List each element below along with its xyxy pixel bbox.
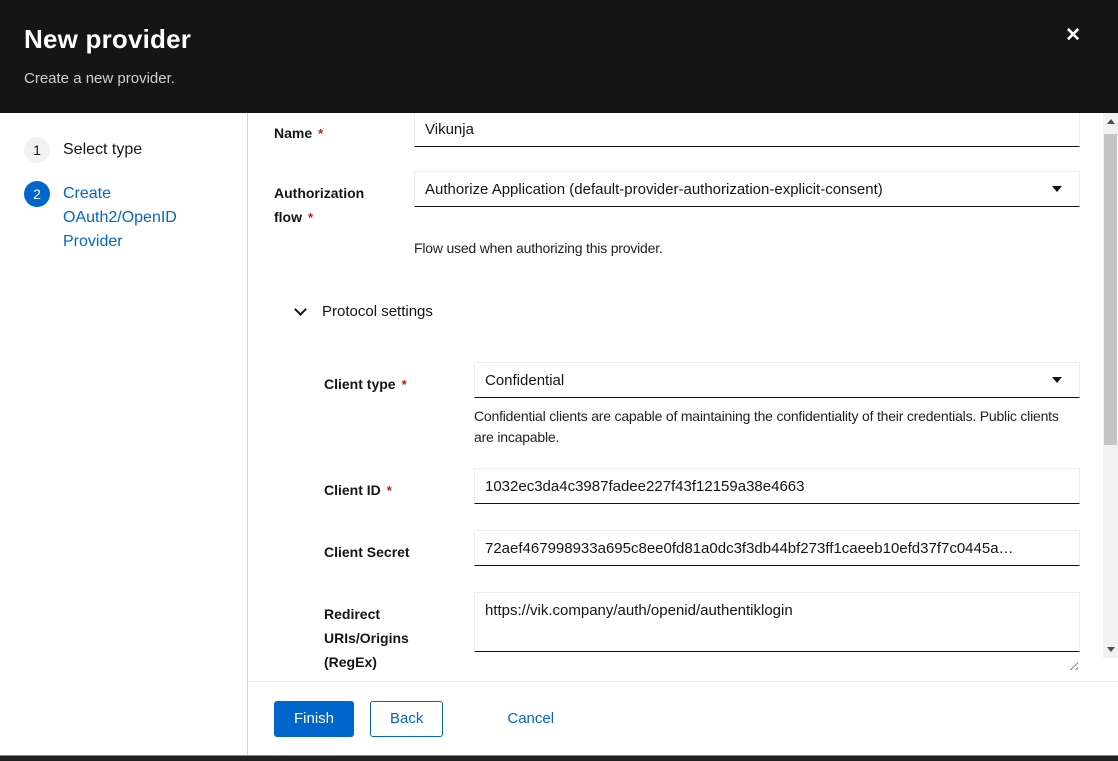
scroll-down-button[interactable] <box>1103 641 1118 658</box>
modal-header: New provider Create a new provider. ✕ <box>0 0 1118 113</box>
required-asterisk: * <box>308 210 313 225</box>
wizard-step-select-type[interactable]: 1 Select type <box>24 137 247 163</box>
chevron-down-icon <box>1052 377 1062 383</box>
authorization-flow-label: Authorization flow* <box>274 171 414 230</box>
redirect-uris-textarea[interactable]: https://vik.company/auth/openid/authenti… <box>474 592 1080 652</box>
chevron-down-icon <box>294 303 307 316</box>
form-row-authorization-flow: Authorization flow* Authorize Applicatio… <box>274 171 1080 259</box>
wizard-content: Name* Authorization flow* Authorize Appl… <box>248 113 1118 755</box>
step-number-badge: 1 <box>24 137 50 163</box>
client-id-input[interactable] <box>474 468 1080 504</box>
step-label: Select type <box>63 137 203 162</box>
form-row-name: Name* <box>274 113 1080 147</box>
authorization-flow-selected-value: Authorize Application (default-provider-… <box>425 181 883 198</box>
authorization-flow-select[interactable]: Authorize Application (default-provider-… <box>414 171 1080 207</box>
background-page-strip <box>0 755 1118 761</box>
authorization-flow-helper: Flow used when authorizing this provider… <box>414 238 1080 259</box>
protocol-settings-label: Protocol settings <box>322 303 433 320</box>
scroll-up-button[interactable] <box>1103 113 1118 130</box>
protocol-settings-toggle[interactable]: Protocol settings <box>274 303 1080 320</box>
required-asterisk: * <box>318 126 323 141</box>
client-secret-input[interactable] <box>474 530 1080 566</box>
modal-subtitle: Create a new provider. <box>24 70 1094 87</box>
finish-button[interactable]: Finish <box>274 701 354 737</box>
name-input[interactable] <box>414 113 1080 147</box>
form-row-client-type: Client type* Confidential Confidential c… <box>324 362 1080 448</box>
client-type-helper: Confidential clients are capable of main… <box>474 406 1080 448</box>
form-row-redirect-uris: Redirect URIs/Origins (RegEx) https://vi… <box>324 592 1080 681</box>
client-type-selected-value: Confidential <box>485 372 564 389</box>
scrollbar-thumb[interactable] <box>1104 134 1117 445</box>
client-type-select[interactable]: Confidential <box>474 362 1080 398</box>
form-row-client-id: Client ID* <box>324 468 1080 504</box>
modal-title: New provider <box>24 24 1094 55</box>
form-row-client-secret: Client Secret <box>324 530 1080 566</box>
wizard-step-create-oauth2-provider[interactable]: 2 Create OAuth2/OpenID Provider <box>24 181 247 254</box>
step-label: Create OAuth2/OpenID Provider <box>63 181 203 254</box>
step-number-badge: 2 <box>24 181 50 207</box>
cancel-button[interactable]: Cancel <box>507 701 554 737</box>
client-id-label: Client ID* <box>324 468 474 504</box>
resize-handle-icon[interactable] <box>1069 661 1078 670</box>
name-label: Name* <box>274 113 414 147</box>
back-button[interactable]: Back <box>370 701 443 737</box>
arrow-down-icon <box>1107 647 1115 652</box>
wizard-footer: Finish Back Cancel <box>248 681 1118 755</box>
required-asterisk: * <box>402 377 407 392</box>
client-type-label: Client type* <box>324 362 474 398</box>
close-icon[interactable]: ✕ <box>1065 26 1081 45</box>
required-asterisk: * <box>387 483 392 498</box>
client-secret-label: Client Secret <box>324 530 474 566</box>
wizard-steps-sidebar: 1 Select type 2 Create OAuth2/OpenID Pro… <box>0 113 248 755</box>
arrow-up-icon <box>1107 119 1115 124</box>
vertical-scrollbar[interactable] <box>1103 113 1118 658</box>
redirect-uris-label: Redirect URIs/Origins (RegEx) <box>324 592 474 674</box>
new-provider-modal: New provider Create a new provider. ✕ 1 … <box>0 0 1118 761</box>
chevron-down-icon <box>1052 186 1062 192</box>
provider-form: Name* Authorization flow* Authorize Appl… <box>248 113 1103 681</box>
